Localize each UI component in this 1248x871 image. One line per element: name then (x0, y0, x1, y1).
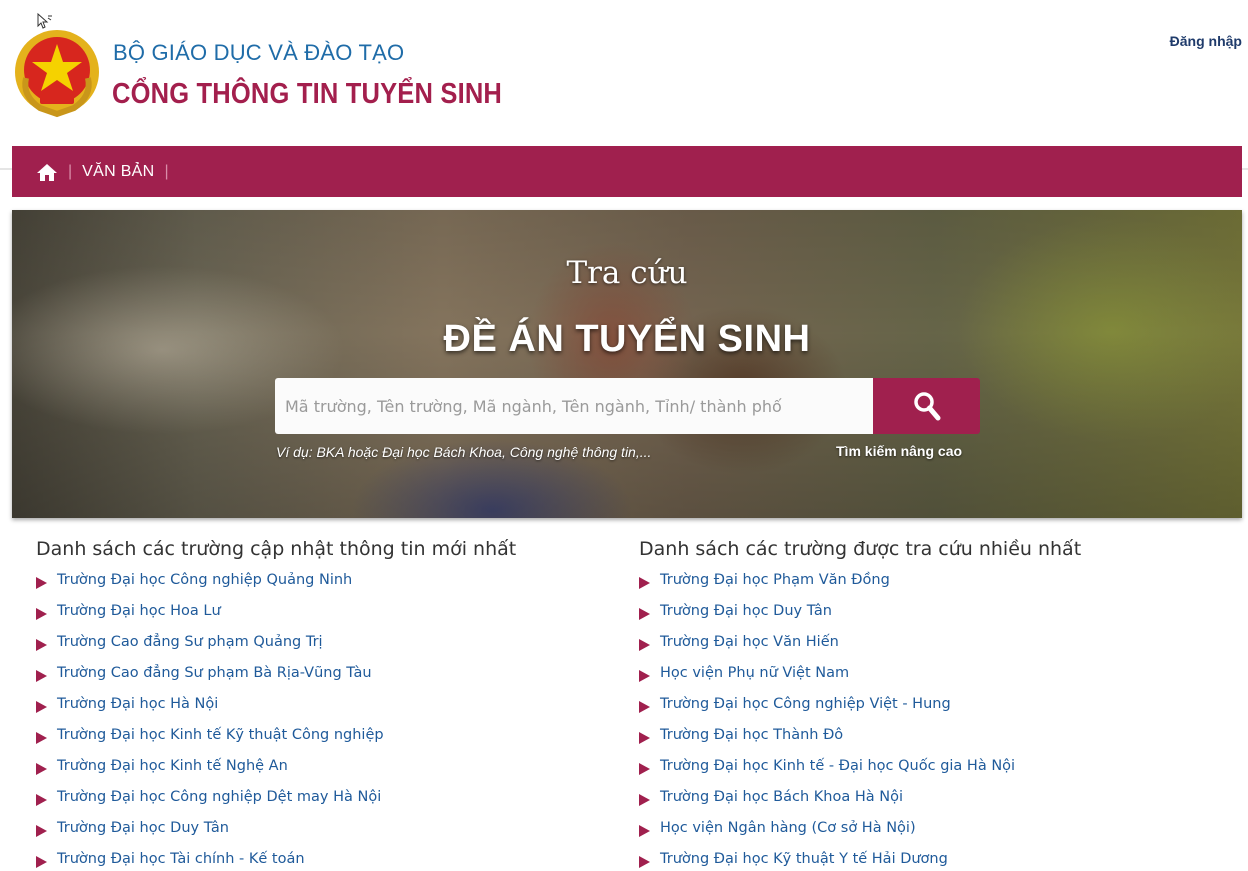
ministry-name: BỘ GIÁO DỤC VÀ ĐÀO TẠO (113, 40, 405, 65)
school-link[interactable]: Trường Đại học Kinh tế Kỹ thuật Công ngh… (57, 727, 384, 743)
list-item: Trường Đại học Hoa Lư (36, 603, 626, 634)
bullet-icon (639, 763, 650, 775)
bullet-icon (36, 763, 47, 775)
list-item: Trường Đại học Công nghiệp Việt - Hung (639, 696, 1229, 727)
bullet-icon (639, 825, 650, 837)
latest-heading: Danh sách các trường cập nhật thông tin … (36, 538, 517, 560)
advanced-search-link[interactable]: Tìm kiếm nâng cao (836, 443, 962, 459)
search-box (275, 378, 980, 434)
list-item: Trường Đại học Tài chính - Kế toán (36, 851, 626, 871)
bullet-icon (639, 732, 650, 744)
bullet-icon (36, 670, 47, 682)
bullet-icon (36, 639, 47, 651)
list-item: Trường Đại học Kinh tế Nghệ An (36, 758, 626, 789)
school-link[interactable]: Trường Đại học Bách Khoa Hà Nội (660, 789, 903, 805)
list-item: Học viện Ngân hàng (Cơ sở Hà Nội) (639, 820, 1229, 851)
nav-item-van-ban[interactable]: VĂN BẢN (82, 163, 154, 181)
hero-banner: Tra cứu ĐỀ ÁN TUYỂN SINH Ví dụ: BKA hoặc… (12, 210, 1242, 518)
list-item: Trường Đại học Công nghiệp Dệt may Hà Nộ… (36, 789, 626, 820)
hero-subtitle: Tra cứu (566, 255, 688, 291)
bullet-icon (639, 856, 650, 868)
list-item: Trường Đại học Bách Khoa Hà Nội (639, 789, 1229, 820)
bullet-icon (36, 825, 47, 837)
login-link[interactable]: Đăng nhập (1170, 33, 1242, 49)
list-item: Trường Đại học Kinh tế - Đại học Quốc gi… (639, 758, 1229, 789)
latest-schools-list: Danh sách các trường cập nhật thông tin … (36, 538, 626, 871)
school-link[interactable]: Trường Đại học Hà Nội (57, 696, 218, 712)
search-hint: Ví dụ: BKA hoặc Đại học Bách Khoa, Công … (276, 444, 652, 460)
school-link[interactable]: Học viện Phụ nữ Việt Nam (660, 665, 849, 681)
popular-heading: Danh sách các trường được tra cứu nhiều … (639, 538, 1082, 560)
bullet-icon (36, 577, 47, 589)
bullet-icon (639, 670, 650, 682)
school-link[interactable]: Trường Đại học Văn Hiến (660, 634, 839, 650)
popular-schools-list: Danh sách các trường được tra cứu nhiều … (639, 538, 1229, 871)
bullet-icon (36, 608, 47, 620)
bullet-icon (36, 732, 47, 744)
search-input[interactable] (275, 378, 873, 434)
list-item: Trường Đại học Công nghiệp Quảng Ninh (36, 572, 626, 603)
school-link[interactable]: Trường Đại học Hoa Lư (57, 603, 221, 619)
school-link[interactable]: Trường Đại học Duy Tân (660, 603, 832, 619)
school-link[interactable]: Trường Cao đẳng Sư phạm Bà Rịa-Vũng Tàu (57, 665, 372, 681)
list-item: Trường Đại học Thành Đô (639, 727, 1229, 758)
list-item: Trường Đại học Duy Tân (36, 820, 626, 851)
portal-title[interactable]: CỔNG THÔNG TIN TUYỂN SINH (112, 78, 502, 111)
school-link[interactable]: Trường Cao đẳng Sư phạm Quảng Trị (57, 634, 323, 650)
school-link[interactable]: Trường Đại học Công nghiệp Dệt may Hà Nộ… (57, 789, 381, 805)
list-item: Trường Đại học Kinh tế Kỹ thuật Công ngh… (36, 727, 626, 758)
school-link[interactable]: Trường Đại học Thành Đô (660, 727, 843, 743)
school-link[interactable]: Trường Đại học Công nghiệp Quảng Ninh (57, 572, 352, 588)
bullet-icon (639, 577, 650, 589)
bullet-icon (639, 701, 650, 713)
list-item: Trường Đại học Văn Hiến (639, 634, 1229, 665)
school-link[interactable]: Trường Đại học Kinh tế - Đại học Quốc gi… (660, 758, 1015, 774)
school-link[interactable]: Trường Đại học Kỹ thuật Y tế Hải Dương (660, 851, 948, 867)
school-link[interactable]: Học viện Ngân hàng (Cơ sở Hà Nội) (660, 820, 916, 836)
school-link[interactable]: Trường Đại học Tài chính - Kế toán (57, 851, 305, 867)
bullet-icon (36, 856, 47, 868)
school-link[interactable]: Trường Đại học Phạm Văn Đồng (660, 572, 890, 588)
list-item: Trường Cao đẳng Sư phạm Quảng Trị (36, 634, 626, 665)
nav-separator: | (164, 162, 169, 180)
bullet-icon (639, 608, 650, 620)
national-emblem (15, 30, 99, 118)
bullet-icon (639, 794, 650, 806)
search-button[interactable] (873, 378, 980, 434)
home-icon[interactable] (36, 162, 58, 182)
school-link[interactable]: Trường Đại học Công nghiệp Việt - Hung (660, 696, 951, 712)
list-item: Trường Đại học Phạm Văn Đồng (639, 572, 1229, 603)
main-nav: | VĂN BẢN | (12, 146, 1242, 197)
school-link[interactable]: Trường Đại học Duy Tân (57, 820, 229, 836)
list-item: Học viện Phụ nữ Việt Nam (639, 665, 1229, 696)
list-item: Trường Đại học Duy Tân (639, 603, 1229, 634)
bullet-icon (36, 794, 47, 806)
hero-title: ĐỀ ÁN TUYỂN SINH (443, 318, 811, 360)
bullet-icon (36, 701, 47, 713)
list-item: Trường Đại học Kỹ thuật Y tế Hải Dương (639, 851, 1229, 871)
list-item: Trường Cao đẳng Sư phạm Bà Rịa-Vũng Tàu (36, 665, 626, 696)
bullet-icon (639, 639, 650, 651)
nav-separator: | (68, 162, 73, 180)
list-item: Trường Đại học Hà Nội (36, 696, 626, 727)
search-icon (913, 392, 940, 421)
school-link[interactable]: Trường Đại học Kinh tế Nghệ An (57, 758, 288, 774)
